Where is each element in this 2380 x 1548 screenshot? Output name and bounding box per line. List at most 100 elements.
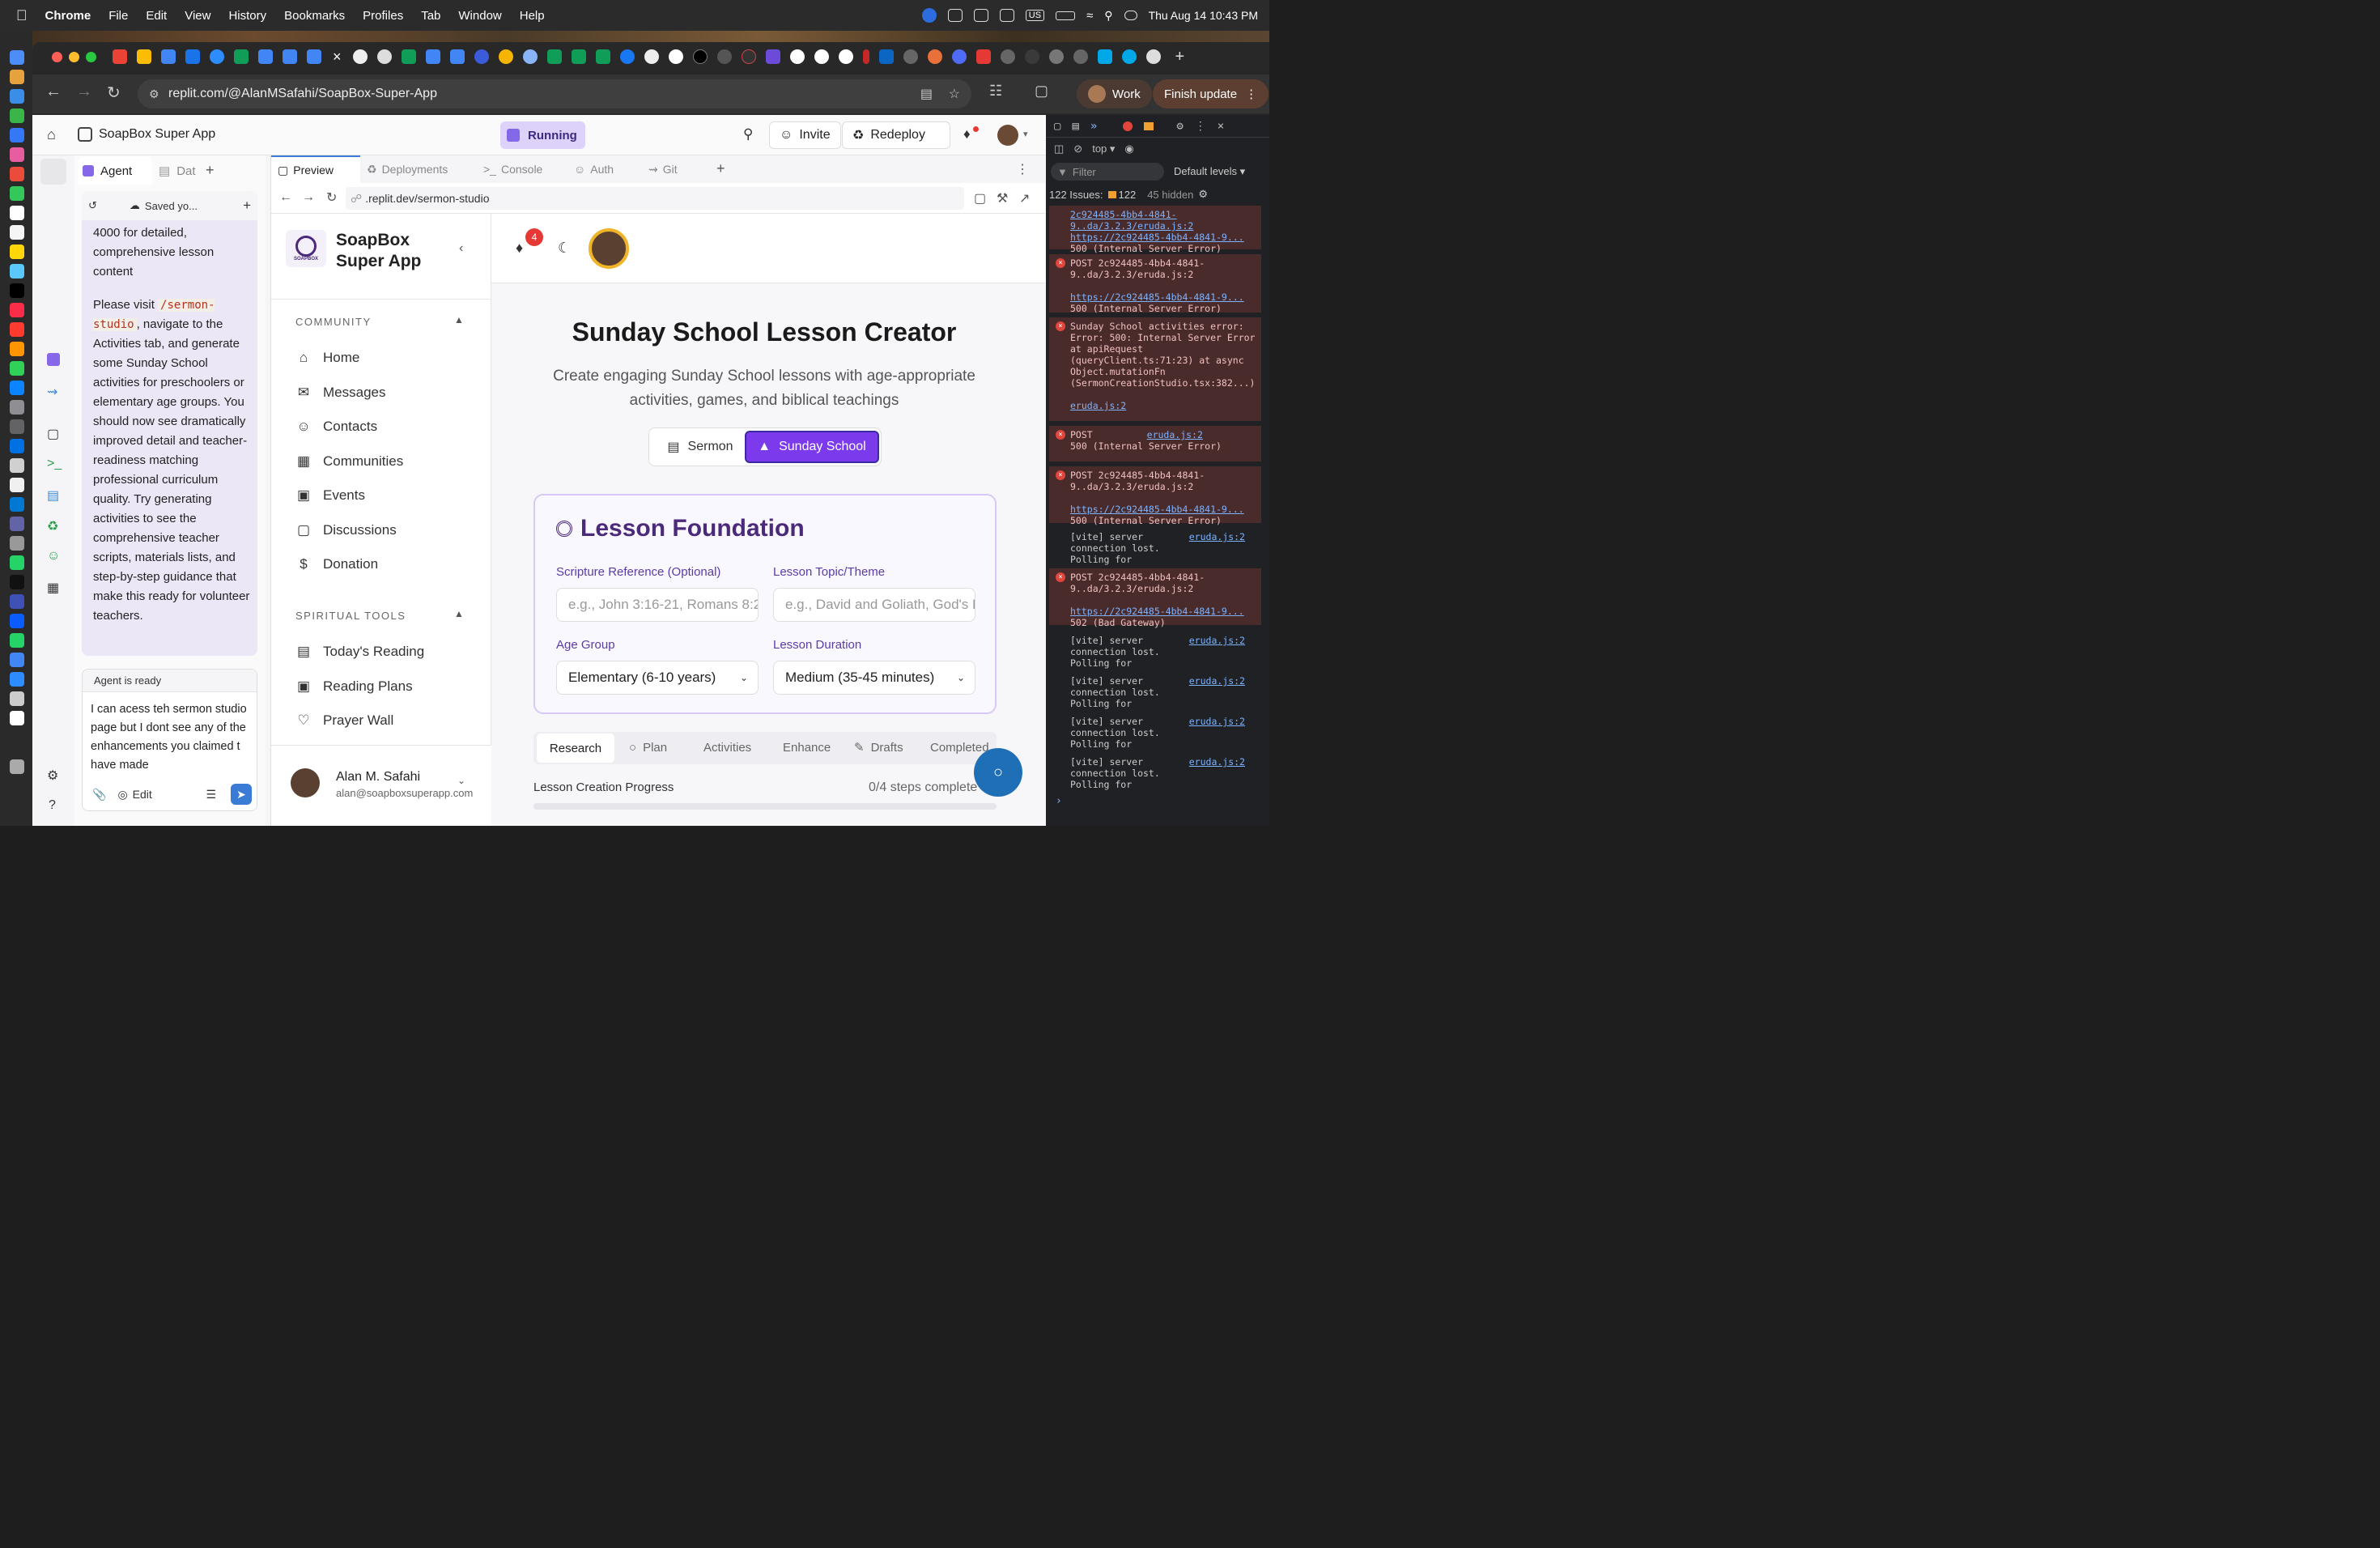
dock-app-icon[interactable]	[10, 342, 24, 356]
menu-file[interactable]: File	[108, 9, 128, 23]
menu-bookmarks[interactable]: Bookmarks	[284, 9, 345, 23]
tab-icon[interactable]	[1000, 49, 1015, 64]
dock-app-icon[interactable]	[10, 147, 24, 162]
dock-app-icon[interactable]	[10, 594, 24, 609]
warning-count-icon[interactable]	[1144, 121, 1154, 130]
tab-icon[interactable]	[927, 49, 942, 64]
chat-fab-button[interactable]: ○	[974, 748, 1022, 797]
chevron-down-icon[interactable]: ▾	[1023, 129, 1028, 139]
dark-mode-icon[interactable]: ☾	[558, 240, 571, 257]
entry-url[interactable]: https://2c924485-4bb4-4841-9...	[1070, 504, 1261, 515]
dock-app-icon[interactable]	[10, 89, 24, 104]
dock-app-icon[interactable]	[10, 303, 24, 317]
reload-icon[interactable]: ↻	[107, 83, 121, 103]
profile-button[interactable]: Work	[1077, 79, 1152, 108]
active-tab-close-icon[interactable]: ×	[333, 49, 342, 66]
preview-back-icon[interactable]: ←	[279, 190, 292, 205]
edit-mode-label[interactable]: Edit	[133, 788, 152, 801]
input-source-indicator[interactable]: US	[1025, 10, 1045, 21]
nav-events[interactable]: ▣ Events	[295, 487, 365, 504]
chevron-down-icon[interactable]: ⌄	[457, 775, 465, 786]
dock-app-icon[interactable]	[10, 672, 24, 687]
tab-deployments[interactable]: ♻ Deployments	[367, 155, 448, 183]
tab-icon[interactable]	[1048, 49, 1064, 64]
dock-app-icon[interactable]	[10, 497, 24, 512]
add-pane-tab-button[interactable]: +	[716, 160, 725, 177]
gemini-tab-icon[interactable]	[522, 49, 538, 64]
entry-source[interactable]: eruda.js:2	[1147, 429, 1203, 440]
notifications-icon[interactable]: ♦	[963, 126, 971, 142]
tab-agent[interactable]: Agent	[78, 157, 152, 185]
close-window-button[interactable]	[52, 51, 62, 62]
tab-icon[interactable]	[474, 49, 489, 64]
docs-tab-icon[interactable]	[283, 49, 297, 64]
entry-source[interactable]: eruda.js:2	[1189, 531, 1245, 542]
more-panels-icon[interactable]: »	[1090, 120, 1097, 133]
send-button[interactable]: ➤	[231, 784, 252, 805]
minimize-window-button[interactable]	[69, 51, 79, 62]
tab-research[interactable]: Research	[537, 734, 614, 763]
tab-auth[interactable]: ☺ Auth	[574, 155, 614, 183]
docs-tab-icon[interactable]	[161, 49, 176, 64]
dock-app-icon[interactable]	[10, 517, 24, 531]
dock-app-icon[interactable]	[10, 108, 24, 123]
dock-app-icon[interactable]	[10, 653, 24, 667]
extensions-icon[interactable]: ☷	[989, 83, 1002, 100]
add-tab-button[interactable]: +	[206, 162, 215, 179]
git-tool-icon[interactable]: ⇝	[47, 384, 57, 400]
settings-sliders-icon[interactable]: ☰	[206, 788, 216, 802]
tab-drafts[interactable]: ✎ Drafts	[854, 732, 903, 763]
levels-dropdown[interactable]: Default levels ▾	[1174, 165, 1245, 178]
docs-tab-icon[interactable]	[449, 49, 465, 64]
open-new-tab-icon[interactable]: ↗	[1019, 190, 1030, 206]
dock-app-icon[interactable]	[10, 128, 24, 142]
battery-icon[interactable]	[1056, 11, 1076, 20]
user-card[interactable]: Alan M. Safahi alan@soapboxsuperapp.com …	[271, 745, 491, 826]
dock-app-icon[interactable]	[10, 614, 24, 628]
docs-tab-icon[interactable]	[258, 49, 273, 64]
tab-database[interactable]: ▤ Dat	[159, 157, 196, 185]
nav-contacts[interactable]: ☺ Contacts	[295, 419, 377, 435]
entry-url[interactable]: https://2c924485-4bb4-4841-9...	[1070, 232, 1261, 243]
wifi-icon[interactable]: ≈	[1086, 9, 1093, 23]
clear-console-icon[interactable]: ⊘	[1073, 142, 1082, 155]
collapse-sidebar-icon[interactable]: ‹	[459, 241, 463, 256]
linkedin-tab-icon[interactable]	[878, 49, 894, 64]
dock-app-icon[interactable]	[10, 478, 24, 492]
dock-app-icon[interactable]	[10, 283, 24, 298]
tab-icon[interactable]	[951, 49, 967, 64]
profile-avatar[interactable]	[589, 228, 629, 269]
dock-app-icon[interactable]	[10, 575, 24, 589]
menu-view[interactable]: View	[185, 9, 210, 23]
dock-app-icon[interactable]	[10, 633, 24, 648]
finish-update-button[interactable]: Finish update ⋮	[1153, 79, 1269, 108]
file-tree-toggle-icon[interactable]	[40, 159, 66, 185]
address-bar[interactable]: ⚙ replit.com/@AlanMSafahi/SoapBox-Super-…	[138, 79, 971, 108]
console-tool-icon[interactable]: >_	[47, 457, 62, 471]
dock-app-icon[interactable]	[10, 50, 24, 65]
nav-prayer-wall[interactable]: ♡ Prayer Wall	[295, 712, 393, 729]
install-app-icon[interactable]: ▤	[920, 86, 933, 102]
settings-icon[interactable]: ⚙	[1198, 188, 1208, 201]
apple-icon[interactable]: 	[16, 7, 28, 24]
status-icon[interactable]	[947, 9, 963, 22]
zoom-status-icon[interactable]	[921, 8, 937, 23]
tab-icon[interactable]	[1121, 49, 1137, 64]
docs-tab-icon[interactable]	[307, 49, 321, 64]
eye-icon[interactable]: ◉	[1124, 142, 1133, 155]
dock-app-icon[interactable]	[10, 555, 24, 570]
maximize-window-button[interactable]	[86, 51, 96, 62]
facebook-tab-icon[interactable]	[619, 49, 635, 64]
issues-badge[interactable]: 122	[1107, 189, 1136, 201]
dock-app-icon[interactable]	[10, 186, 24, 201]
tab-icon[interactable]	[1097, 49, 1112, 64]
dock-app-icon[interactable]	[10, 225, 24, 240]
settings-icon[interactable]: ⚙	[47, 768, 58, 784]
devtools-icon[interactable]: ⚒	[997, 190, 1008, 206]
github-tab-icon[interactable]	[644, 49, 659, 64]
tab-preview[interactable]: ▢ Preview	[271, 155, 360, 183]
entry-url[interactable]: https://2c924485-4bb4-4841-9...	[1070, 606, 1261, 617]
control-center-icon[interactable]	[1124, 11, 1137, 20]
new-tab-button[interactable]: +	[1175, 48, 1185, 66]
menu-tab[interactable]: Tab	[421, 9, 440, 23]
